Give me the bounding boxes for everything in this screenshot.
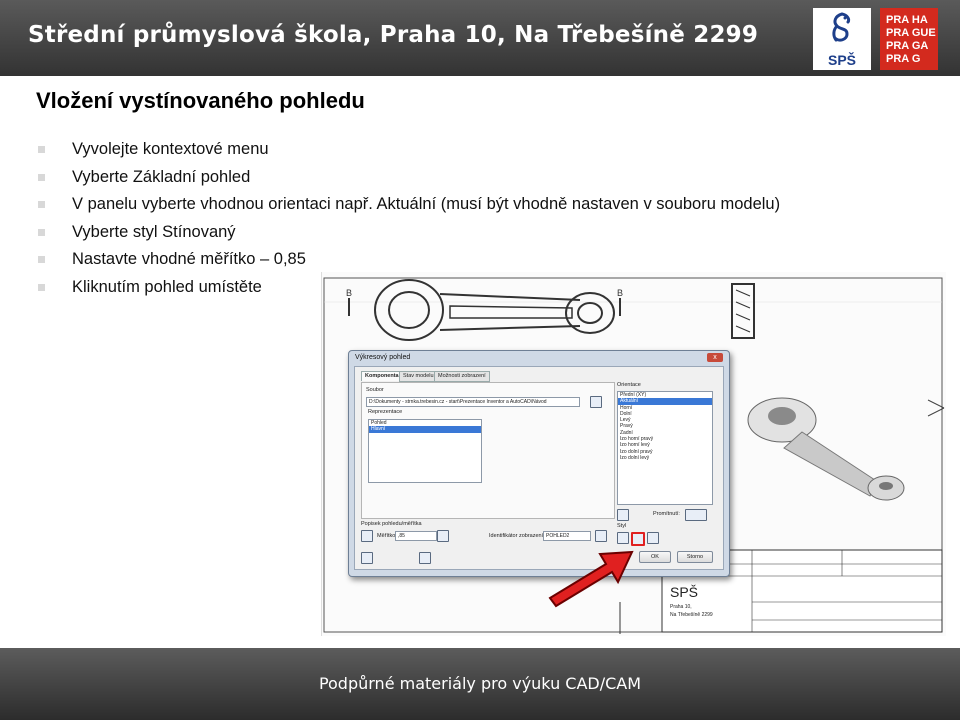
title-block-address: Na Třebešíně 2299 <box>670 612 713 618</box>
file-path-field[interactable]: D:\Dokumenty - strnka.trebesin.cz - star… <box>366 397 580 407</box>
prague-logo-line: PRA GA <box>886 40 929 52</box>
bullet-item: Vyberte styl Stínovaný <box>36 223 780 251</box>
component-panel: Soubor D:\Dokumenty - strnka.trebesin.cz… <box>361 382 615 519</box>
dragon-logo-icon <box>832 12 851 42</box>
tab-moznosti-zobrazeni[interactable]: Možnosti zobrazení <box>434 371 490 382</box>
bullet-text: Vyvolejte kontextové menu <box>72 140 269 158</box>
sps-logo: SPŠ <box>813 8 871 70</box>
drawing-view-dialog: Výkresový pohled x Komponenta Stav model… <box>348 350 730 577</box>
style-shaded-icon[interactable] <box>647 532 659 544</box>
bullet-item: Vyberte Základní pohled <box>36 168 780 196</box>
bullet-text: Vyberte Základní pohled <box>72 167 251 186</box>
style-label: Styl <box>617 523 627 529</box>
dialog-body: Komponenta Stav modelu Možnosti zobrazen… <box>354 366 724 570</box>
orientation-item[interactable]: Izo dolní levý <box>618 455 712 461</box>
bullet-item: V panelu vyberte vhodnou orientaci např.… <box>36 195 780 223</box>
scale-toggle-icon[interactable] <box>437 530 449 542</box>
prague-logo-line: PRA G <box>886 53 921 65</box>
title-block-address: Praha 10, <box>670 604 692 610</box>
bullet-square-icon <box>38 283 45 291</box>
prague-logo-line: PRA GUE <box>886 27 936 39</box>
bullet-square-icon <box>38 256 45 263</box>
projection-label: Promítnutí: <box>653 511 680 517</box>
prague-logo: PRA HA PRA GUE PRA GA PRA G <box>880 8 938 70</box>
section-mark-label: B <box>346 288 353 298</box>
ok-button[interactable]: OK <box>639 551 671 563</box>
title-block-school: SPŠ <box>670 584 699 600</box>
help-icon[interactable] <box>361 552 373 564</box>
bullet-square-icon <box>38 228 45 236</box>
red-arrow-icon <box>548 550 634 608</box>
scale-label: Měřítko <box>377 533 396 539</box>
cancel-button[interactable]: Storno <box>677 551 713 563</box>
view-label-section: Popisek pohledu/měřítka <box>361 521 422 527</box>
projection-icon[interactable] <box>685 509 707 521</box>
header-bar: Střední průmyslová škola, Praha 10, Na T… <box>0 0 960 76</box>
orientation-list[interactable]: Přední (XY) Aktuální Horní Dolní Levý Pr… <box>617 391 713 505</box>
list-item[interactable]: Hlavní <box>369 426 481 433</box>
bullet-square-icon <box>38 146 45 153</box>
file-label: Soubor <box>366 387 384 393</box>
bullet-text: Vyberte styl Stínovaný <box>72 222 236 241</box>
grid-icon[interactable] <box>419 552 431 564</box>
camera-icon[interactable] <box>617 509 629 521</box>
bullet-item: Vyvolejte kontextové menu <box>36 140 780 168</box>
view-id-label: Identifikátor zobrazení <box>489 533 544 539</box>
orientation-label: Orientace <box>617 382 641 388</box>
scale-input[interactable]: ,85 <box>395 531 437 541</box>
bullet-text: Kliknutím pohled umístěte <box>72 277 262 296</box>
slide-title: Vložení vystínovaného pohledu <box>36 88 365 113</box>
sps-logo-text: SPŠ <box>827 52 856 68</box>
representations-list[interactable]: Pohled Hlavní <box>368 419 482 483</box>
representations-label: Reprezentace <box>368 409 403 415</box>
footer-text: Podpůrné materiály pro výuku CAD/CAM <box>318 674 642 693</box>
dialog-title: Výkresový pohled <box>355 354 411 361</box>
folder-icon[interactable] <box>590 396 602 408</box>
prague-logo-line: PRA HA <box>886 14 928 26</box>
tab-stav-modelu[interactable]: Stav modelu <box>399 371 438 382</box>
view-label-icon[interactable] <box>361 530 373 542</box>
bullet-text: Nastavte vhodné měřítko – 0,85 <box>72 250 306 268</box>
bullet-square-icon <box>38 173 45 181</box>
section-mark-label: B <box>617 288 624 298</box>
bullet-text: V panelu vyberte vhodnou orientaci např.… <box>72 195 781 213</box>
bullet-square-icon <box>38 201 45 208</box>
footer-bar: Podpůrné materiály pro výuku CAD/CAM <box>0 648 960 720</box>
tab-komponenta[interactable]: Komponenta <box>361 371 403 381</box>
school-name: Střední průmyslová škola, Praha 10, Na T… <box>28 22 759 48</box>
close-button[interactable]: x <box>707 353 723 362</box>
